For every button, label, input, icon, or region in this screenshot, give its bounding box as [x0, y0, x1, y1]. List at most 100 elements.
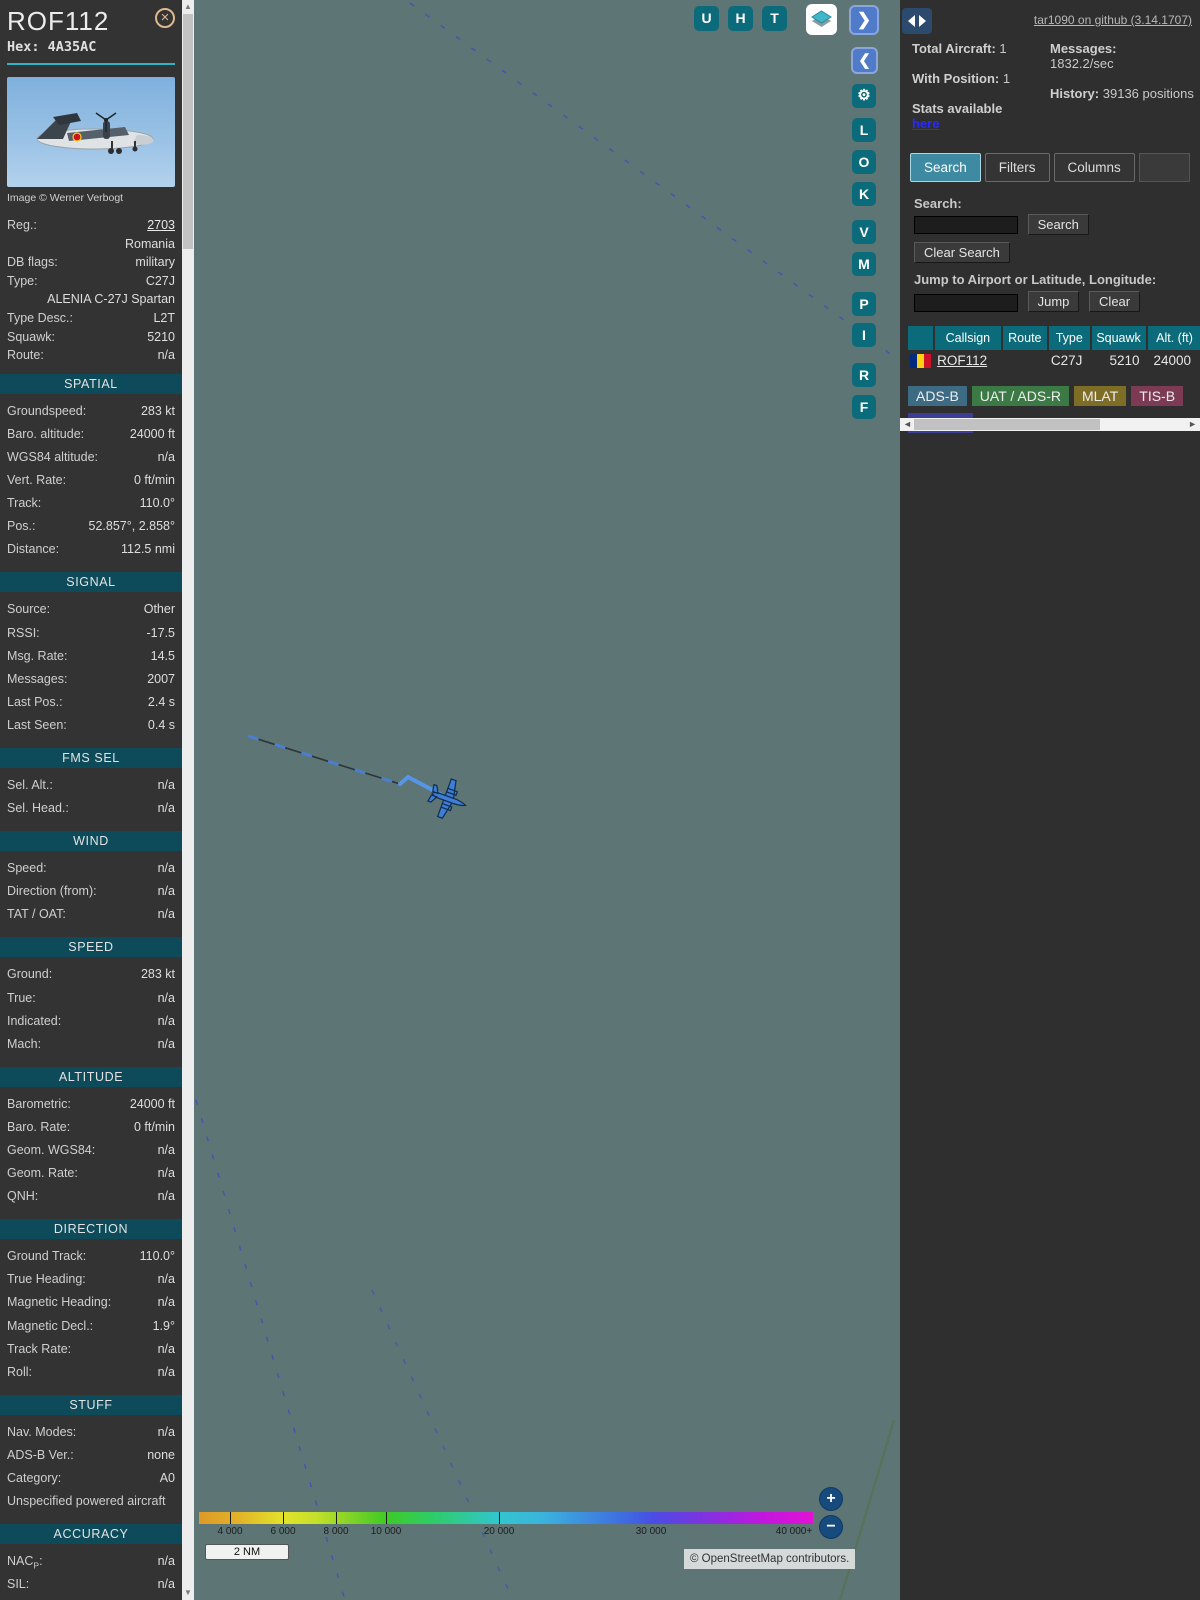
map[interactable]: U H T ❯ ❮ ⚙ L O K V M P I R F 4 000 — [194, 0, 900, 1600]
map-button-i[interactable]: I — [852, 323, 876, 347]
jump-clear-button[interactable]: Clear — [1089, 291, 1140, 312]
legend-tick — [336, 1512, 337, 1524]
search-input[interactable] — [914, 216, 1018, 234]
header-flag[interactable] — [908, 326, 933, 350]
row-value: A0 — [160, 1469, 175, 1492]
header-callsign[interactable]: Callsign — [935, 326, 1001, 350]
panel-horizontal-scrollbar[interactable]: ◄ ► — [900, 418, 1200, 431]
row-value: n/a — [158, 1552, 175, 1575]
data-row: Unspecified powered aircraft — [7, 1492, 175, 1515]
aircraft-detail-sidebar: ROF112 × Hex: 4A35AC — [0, 0, 182, 1600]
badge-tisb[interactable]: TIS-B — [1131, 386, 1183, 406]
map-attribution[interactable]: © OpenStreetMap contributors. — [684, 1549, 855, 1569]
jump-label: Jump to Airport or Latitude, Longitude: — [914, 272, 1164, 288]
row-value: Other — [144, 600, 175, 623]
map-button-m[interactable]: M — [852, 252, 876, 276]
section-header-speed: SPEED — [0, 937, 182, 957]
cell-callsign[interactable]: ROF112 — [935, 350, 1000, 374]
hex-code: Hex: 4A35AC — [7, 39, 175, 55]
section-header-signal: SIGNAL — [0, 572, 182, 592]
row-label: Type: — [7, 272, 38, 291]
registration-link[interactable]: 2703 — [147, 216, 175, 235]
stats-link[interactable]: here — [912, 116, 939, 131]
search-form: Search: Search Clear Search Jump to Airp… — [900, 182, 1200, 312]
map-button-u[interactable]: U — [694, 6, 719, 31]
row-value: n/a — [158, 1423, 175, 1446]
row-label: Barometric: — [7, 1095, 71, 1118]
header-route[interactable]: Route — [1003, 326, 1047, 350]
map-button-k[interactable]: K — [852, 182, 876, 206]
row-value: n/a — [158, 776, 175, 799]
show-sidebar-button[interactable]: ❮ — [851, 47, 878, 74]
tab-search[interactable]: Search — [910, 153, 981, 182]
github-link[interactable]: tar1090 on github (3.14.1707) — [1034, 13, 1192, 27]
header-type[interactable]: Type — [1049, 326, 1090, 350]
row-value: n/a — [158, 346, 175, 365]
legend-label: 8 000 — [323, 1526, 348, 1537]
toggle-panel-width-button[interactable] — [902, 8, 932, 34]
row-value: n/a — [158, 1363, 175, 1386]
close-icon[interactable]: × — [155, 8, 175, 28]
hide-panel-button[interactable]: ❯ — [849, 5, 879, 35]
tab-filters[interactable]: Filters — [985, 153, 1050, 182]
row-label: Groundspeed: — [7, 402, 86, 425]
row-label: Sel. Alt.: — [7, 776, 53, 799]
clear-search-button[interactable]: Clear Search — [914, 242, 1010, 263]
jump-button[interactable]: Jump — [1028, 291, 1080, 312]
badge-mlat[interactable]: MLAT — [1074, 386, 1126, 406]
row-label: Speed: — [7, 859, 47, 882]
row-value: 14.5 — [151, 647, 175, 670]
scrollbar-thumb[interactable] — [914, 419, 1100, 430]
map-button-t[interactable]: T — [762, 6, 787, 31]
badge-uat-adsr[interactable]: UAT / ADS-R — [972, 386, 1069, 406]
row-value: 0 ft/min — [134, 1118, 175, 1141]
map-button-v[interactable]: V — [852, 220, 876, 244]
row-label: Category: — [7, 1469, 61, 1492]
map-button-o[interactable]: O — [852, 150, 876, 174]
aircraft-table: Callsign Route Type Squawk Alt. (ft) Spd… — [908, 326, 1200, 374]
data-row: Baro. altitude:24000 ft — [7, 425, 175, 448]
header-altitude[interactable]: Alt. (ft) — [1148, 326, 1200, 350]
info-row: Type Desc.: L2T — [7, 309, 175, 328]
aircraft-photo — [7, 77, 175, 187]
row-value: n/a — [158, 448, 175, 471]
scroll-left-icon[interactable]: ◄ — [903, 418, 912, 431]
badge-adsb[interactable]: ADS-B — [908, 386, 967, 406]
sidebar-scrollbar[interactable]: ▲ ▼ — [182, 0, 194, 1600]
map-button-p[interactable]: P — [852, 292, 876, 316]
row-label: Indicated: — [7, 1012, 61, 1035]
data-row: Geom. Rate:n/a — [7, 1164, 175, 1187]
jump-input[interactable] — [914, 294, 1018, 312]
header-squawk[interactable]: Squawk — [1092, 326, 1146, 350]
row-value: n/a — [158, 1575, 175, 1598]
info-row: Squawk: 5210 — [7, 328, 175, 347]
map-button-h[interactable]: H — [728, 6, 753, 31]
legend-label: 30 000 — [636, 1526, 667, 1537]
search-button[interactable]: Search — [1028, 214, 1089, 235]
row-label: Geom. WGS84: — [7, 1141, 95, 1164]
section-header-direction: DIRECTION — [0, 1219, 182, 1239]
table-row[interactable]: ROF112 C27J 5210 24000 — [908, 350, 1200, 374]
row-value: n/a — [158, 1164, 175, 1187]
row-value: n/a — [158, 1270, 175, 1293]
data-row: Track Rate:n/a — [7, 1340, 175, 1363]
map-button-l[interactable]: L — [852, 118, 876, 142]
scrollbar-thumb[interactable] — [183, 14, 193, 249]
map-button-r[interactable]: R — [852, 363, 876, 387]
total-aircraft: Total Aircraft: 1 — [912, 42, 1050, 57]
scroll-up-icon[interactable]: ▲ — [182, 1, 194, 13]
zoom-in-button[interactable]: + — [819, 1487, 843, 1511]
data-row: WGS84 altitude:n/a — [7, 448, 175, 471]
settings-button[interactable]: ⚙ — [852, 84, 876, 108]
map-button-f[interactable]: F — [852, 395, 876, 419]
row-value: Romania — [125, 235, 175, 254]
aircraft-icon[interactable] — [424, 774, 472, 824]
zoom-out-button[interactable]: − — [819, 1515, 843, 1539]
data-row: Track:110.0° — [7, 494, 175, 517]
row-value: n/a — [158, 1012, 175, 1035]
scroll-down-icon[interactable]: ▼ — [182, 1587, 194, 1599]
data-row: Vert. Rate:0 ft/min — [7, 471, 175, 494]
tab-columns[interactable]: Columns — [1054, 153, 1135, 182]
scroll-right-icon[interactable]: ► — [1188, 418, 1197, 431]
layer-switcher-button[interactable] — [806, 4, 837, 35]
